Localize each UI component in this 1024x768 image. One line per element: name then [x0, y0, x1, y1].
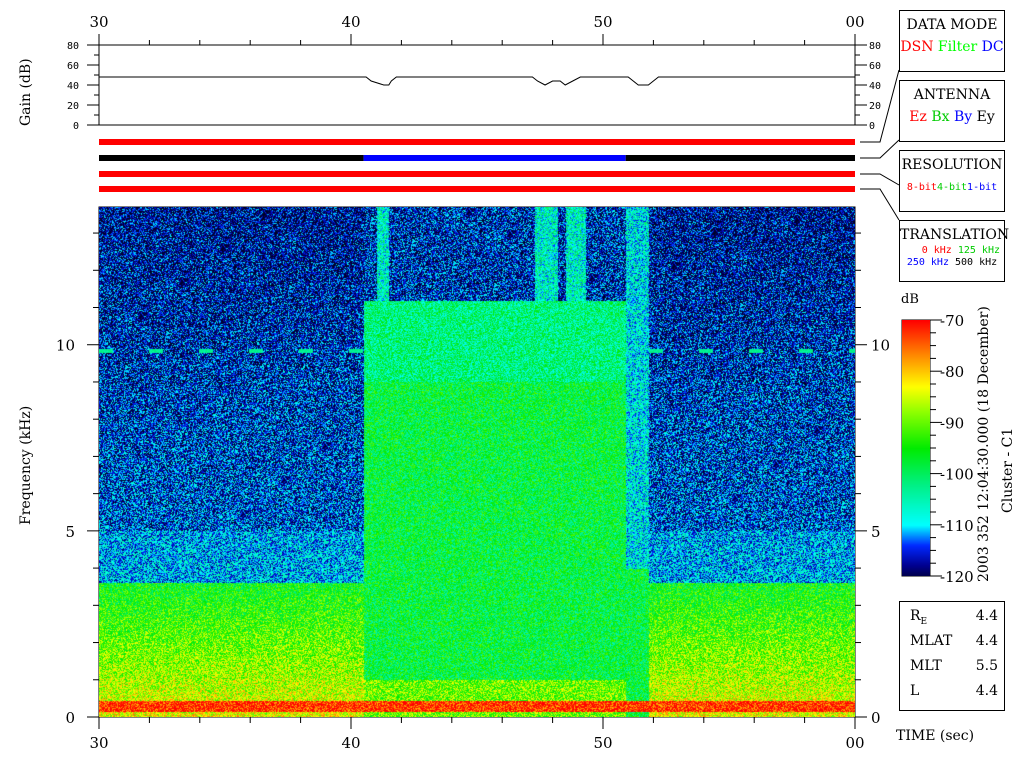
x-tick-label-top: 30 — [89, 13, 108, 31]
legend-0khz: 0 kHz — [921, 245, 952, 256]
orbit-value-re: 4.4 — [975, 608, 998, 624]
legend-1bit: 1-bit — [967, 182, 998, 193]
gain-tick-label-right: 40 — [869, 81, 881, 92]
status-bar-data-mode — [99, 139, 855, 145]
gain-tick-label-right: 80 — [869, 41, 881, 52]
chart-subtitle: Cluster - C1 — [1000, 427, 1016, 513]
x-tick-label-bottom: 40 — [341, 734, 360, 752]
y-tick-label-left: 0 — [65, 709, 75, 727]
status-connector-resolution — [860, 173, 900, 186]
gain-tick-label-right: 20 — [869, 101, 881, 112]
orbit-label-l: L — [910, 683, 920, 699]
y-tick-label-right: 0 — [871, 709, 881, 727]
colorbar-tick-label: -90 — [940, 414, 964, 432]
gain-tick-label-left: 60 — [67, 61, 79, 72]
x-tick-label-top: 00 — [845, 13, 864, 31]
orbit-label-re-main: R — [910, 608, 921, 624]
orbit-value-l: 4.4 — [975, 683, 998, 699]
translation-items-1: 0 kHz 125 kHz — [900, 245, 1004, 256]
status-bar-resolution — [99, 171, 855, 177]
status-connector-antenna — [860, 139, 900, 159]
gain-tick-label-left: 80 — [67, 41, 79, 52]
legend-ez: Ez — [909, 109, 927, 125]
orbit-label-re: RE — [910, 608, 927, 627]
translation-items-2: 250 kHz 500 kHz — [900, 257, 1004, 268]
orbit-label-mlat: MLAT — [910, 633, 953, 649]
gain-tick-label-left: 0 — [73, 121, 79, 132]
colorbar-tick-label: -120 — [940, 568, 974, 586]
legend-500khz: 500 kHz — [955, 257, 998, 268]
frequency-axis-label: Frequency (kHz) — [18, 405, 34, 525]
gain-tick-label-left: 40 — [67, 81, 79, 92]
legend-dsn: DSN — [900, 39, 934, 55]
gain-line — [99, 76, 855, 86]
colorbar-tick-label: -110 — [940, 517, 974, 535]
legend-filter: Filter — [937, 39, 978, 55]
y-tick-label-right: 10 — [871, 337, 890, 355]
status-bar-antenna — [99, 155, 364, 161]
legend-by: By — [953, 109, 973, 125]
status-bar-antenna — [363, 155, 626, 161]
resolution-legend: RESOLUTION 8-bit4-bit1-bit — [899, 150, 1005, 212]
x-tick-label-top: 40 — [341, 13, 360, 31]
colorbar-tick-label: -70 — [940, 312, 964, 330]
data-mode-legend: DATA MODE DSN Filter DC — [899, 10, 1005, 72]
gain-axis-label: Gain (dB) — [18, 58, 34, 126]
spectrogram-heatmap — [99, 207, 855, 717]
x-axis-label: TIME (sec) — [896, 728, 975, 744]
x-tick-label-bottom: 00 — [845, 734, 864, 752]
gain-tick-label-right: 60 — [869, 61, 881, 72]
legend-125khz: 125 kHz — [957, 245, 1000, 256]
antenna-items: Ez Bx By Ey — [900, 109, 1004, 125]
gain-tick-label-left: 20 — [67, 101, 79, 112]
x-tick-label-top: 50 — [593, 13, 612, 31]
legend-8bit: 8-bit — [906, 182, 937, 193]
translation-title: TRANSLATION — [900, 227, 1010, 243]
colorbar-label: dB — [901, 292, 919, 307]
resolution-items: 8-bit4-bit1-bit — [900, 182, 1004, 193]
orbit-label-mlt: MLT — [910, 658, 942, 674]
chart-title: 2003 352 12:04:30.000 (18 December) — [976, 306, 992, 582]
orbit-value-mlt: 5.5 — [975, 658, 998, 674]
colorbar-tick-label: -80 — [940, 363, 964, 381]
x-tick-label-bottom: 50 — [593, 734, 612, 752]
resolution-title: RESOLUTION — [901, 157, 1003, 173]
orbit-value-mlat: 4.4 — [975, 633, 998, 649]
translation-legend: TRANSLATION 0 kHz 125 kHz 250 kHz 500 kH… — [899, 220, 1010, 282]
y-tick-label-left: 5 — [65, 523, 75, 541]
legend-ey: Ey — [976, 109, 995, 125]
colorbar-tick-label: -100 — [940, 466, 974, 484]
status-bar-translation — [99, 186, 855, 192]
legend-bx: Bx — [931, 109, 950, 125]
x-tick-label-bottom: 30 — [89, 734, 108, 752]
gain-tick-label-right: 0 — [869, 121, 875, 132]
orbit-label-re-sub: E — [920, 616, 928, 627]
antenna-legend: ANTENNA Ez Bx By Ey — [899, 80, 1005, 142]
colorbar — [902, 320, 930, 576]
legend-250khz: 250 kHz — [906, 257, 949, 268]
y-tick-label-left: 10 — [56, 337, 75, 355]
y-tick-label-right: 5 — [871, 523, 881, 541]
orbit-info-box: RE 4.4 MLAT 4.4 MLT 5.5 L 4.4 — [899, 601, 1005, 711]
data-mode-items: DSN Filter DC — [900, 39, 1004, 55]
status-bar-antenna — [625, 155, 855, 161]
data-mode-title: DATA MODE — [906, 17, 998, 33]
antenna-title: ANTENNA — [913, 87, 991, 103]
legend-4bit: 4-bit — [936, 182, 968, 193]
legend-dc: DC — [981, 39, 1004, 55]
status-connector-translation — [860, 188, 900, 221]
